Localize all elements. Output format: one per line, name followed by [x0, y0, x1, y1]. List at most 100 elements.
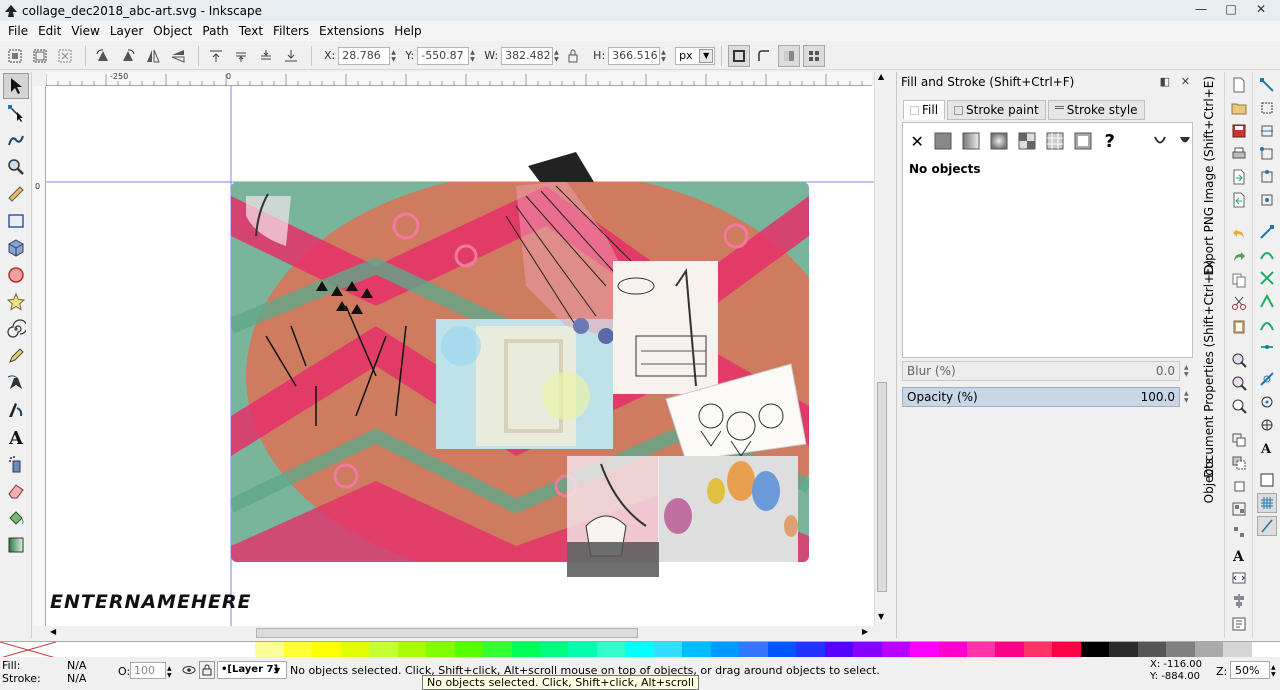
flip-horizontal-button[interactable] [142, 45, 164, 67]
color-swatch[interactable] [967, 642, 996, 658]
move-gradients-button[interactable] [778, 44, 801, 67]
color-swatch[interactable] [910, 642, 939, 658]
dock-tab-export-png[interactable]: Export PNG Image (Shift+Ctrl+E) [1202, 76, 1216, 276]
clone-button[interactable] [1229, 453, 1249, 473]
w-spinner[interactable]: ▲ ▼ [554, 47, 562, 65]
horizontal-scrollbar[interactable]: ◀ ▶ [46, 626, 888, 640]
snap-intersections-button[interactable] [1257, 268, 1277, 288]
dialog-iconify-icon[interactable]: ◧ [1160, 75, 1170, 88]
horizontal-scroll-thumb[interactable] [256, 628, 638, 638]
copy-button[interactable] [1229, 270, 1249, 290]
color-swatch[interactable] [283, 642, 313, 658]
scroll-up-icon[interactable]: ▲ [878, 72, 884, 81]
opacity-slider[interactable]: Opacity (%) 100.0 [902, 387, 1180, 407]
snap-cusp-nodes-button[interactable] [1257, 291, 1277, 311]
tab-stroke-paint[interactable]: Stroke paint [947, 100, 1046, 120]
deselect-button[interactable] [54, 45, 76, 67]
spiral-tool[interactable] [3, 316, 29, 342]
color-swatch[interactable] [369, 642, 398, 658]
scale-stroke-button[interactable] [728, 44, 751, 67]
layer-visibility-button[interactable] [182, 663, 196, 677]
menu-help[interactable]: Help [389, 24, 426, 38]
color-swatch[interactable] [112, 642, 142, 658]
snap-bbox-midpoints-button[interactable] [1257, 167, 1277, 187]
snap-others-button[interactable] [1257, 369, 1277, 389]
ungroup-button[interactable] [1229, 522, 1249, 542]
snap-grid-button[interactable] [1257, 493, 1277, 513]
open-button[interactable] [1229, 98, 1249, 118]
x-field[interactable]: 28.786 [338, 46, 391, 65]
color-swatch[interactable] [340, 642, 370, 658]
color-swatch[interactable] [653, 642, 683, 658]
snap-smooth-nodes-button[interactable] [1257, 314, 1277, 334]
color-swatch[interactable] [511, 642, 540, 658]
fill-rule-evenodd-button[interactable] [1153, 132, 1167, 150]
y-spinner[interactable]: ▲ ▼ [470, 47, 478, 65]
ellipse-tool[interactable] [3, 262, 29, 288]
snap-text-baseline-button[interactable]: A [1257, 438, 1277, 458]
import-button[interactable] [1229, 167, 1249, 187]
color-swatch[interactable] [226, 642, 256, 658]
chevron-down-icon[interactable]: ▼ [274, 662, 286, 678]
color-swatch[interactable] [1223, 642, 1252, 658]
zoom-drawing-button[interactable] [1229, 373, 1249, 393]
preferences-button[interactable] [1229, 614, 1249, 634]
snap-bbox-corners-button[interactable] [1257, 144, 1277, 164]
raise-button[interactable] [230, 45, 252, 67]
export-button[interactable] [1229, 190, 1249, 210]
color-swatch[interactable] [141, 642, 170, 658]
calligraphy-tool[interactable] [3, 397, 29, 423]
close-button[interactable]: ✕ [1248, 1, 1274, 17]
zoom-spinner[interactable]: ▲ ▼ [1271, 664, 1276, 678]
menu-view[interactable]: View [66, 24, 104, 38]
print-button[interactable] [1229, 144, 1249, 164]
minimize-button[interactable]: — [1188, 1, 1214, 17]
color-swatch[interactable] [84, 642, 113, 658]
select-all-layers-button[interactable] [29, 45, 51, 67]
color-swatch[interactable] [255, 642, 284, 658]
color-swatch[interactable] [1137, 642, 1167, 658]
snap-rotation-centers-button[interactable] [1257, 415, 1277, 435]
snap-bbox-button[interactable] [1257, 98, 1277, 118]
snap-guides-button[interactable] [1257, 516, 1277, 536]
h-field[interactable]: 366.516 [608, 46, 661, 65]
text-tool[interactable]: A [3, 424, 29, 450]
spray-tool[interactable] [3, 451, 29, 477]
save-button[interactable] [1229, 121, 1249, 141]
menu-layer[interactable]: Layer [105, 24, 148, 38]
tab-fill[interactable]: Fill [903, 100, 946, 120]
group-button[interactable] [1229, 499, 1249, 519]
menu-edit[interactable]: Edit [33, 24, 66, 38]
mesh-gradient-button[interactable] [1018, 132, 1036, 150]
raise-to-top-button[interactable] [205, 45, 227, 67]
snap-bbox-edges-button[interactable] [1257, 121, 1277, 141]
color-swatch[interactable] [682, 642, 711, 658]
snap-midpoints-button[interactable] [1257, 337, 1277, 357]
rotate-cw-button[interactable] [117, 45, 139, 67]
menu-filters[interactable]: Filters [268, 24, 314, 38]
color-swatch[interactable] [1166, 642, 1195, 658]
menu-path[interactable]: Path [197, 24, 233, 38]
color-swatch[interactable] [625, 642, 654, 658]
blur-spinner[interactable]: ▲ ▼ [1184, 362, 1192, 380]
opacity-field[interactable]: 100 [130, 662, 166, 679]
no-color-swatch[interactable] [0, 641, 57, 659]
lock-ratio-button[interactable] [562, 45, 584, 67]
blur-slider[interactable]: Blur (%) 0.0 [902, 361, 1180, 381]
eraser-tool[interactable] [3, 478, 29, 504]
color-swatch[interactable] [1194, 642, 1224, 658]
snap-nodes-button[interactable] [1257, 222, 1277, 242]
tweak-tool[interactable] [3, 127, 29, 153]
scroll-left-icon[interactable]: ◀ [50, 627, 56, 636]
snap-bbox-centers-button[interactable] [1257, 190, 1277, 210]
layer-lock-button[interactable] [199, 661, 215, 679]
lower-button[interactable] [255, 45, 277, 67]
color-swatch[interactable] [739, 642, 768, 658]
flip-vertical-button[interactable] [167, 45, 189, 67]
color-swatch[interactable] [483, 642, 512, 658]
color-swatch[interactable] [881, 642, 911, 658]
color-swatch[interactable] [454, 642, 484, 658]
color-swatch[interactable] [1251, 642, 1280, 658]
paint-bucket-tool[interactable] [3, 505, 29, 531]
y-field[interactable]: -550.87 [417, 46, 470, 65]
